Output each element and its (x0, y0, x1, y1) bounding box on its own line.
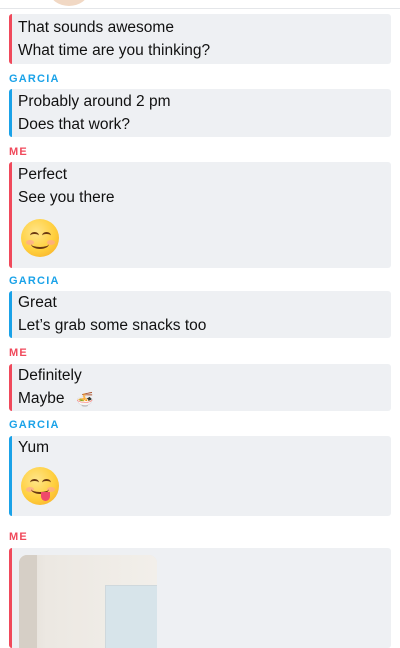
chat-header-edge (0, 0, 400, 9)
sender-label: GARCIA (9, 275, 60, 287)
message-bubble[interactable]: Great Let’s grab some snacks too (9, 291, 391, 338)
message-text: Probably around 2 pm (18, 93, 171, 110)
noodle-bowl-icon: 🍜 (76, 391, 94, 407)
avatar[interactable] (50, 0, 88, 6)
message-text: Definitely (18, 367, 82, 384)
message-bubble[interactable]: Perfect See you there (9, 162, 391, 268)
message-bubble[interactable]: That sounds awesome What time are you th… (9, 14, 391, 64)
message-text: See you there (18, 189, 115, 206)
message-text: Yum (18, 439, 50, 456)
message-bubble[interactable]: Definitely Maybe 🍜 (9, 364, 391, 411)
smiling-face-emoji (21, 219, 59, 257)
message-text: What time are you thinking? (18, 42, 211, 59)
sender-label: ME (9, 146, 28, 158)
sender-label: ME (9, 531, 28, 543)
message-text: That sounds awesome (18, 19, 174, 36)
message-text: Great (18, 294, 57, 311)
message-bubble[interactable]: Probably around 2 pm Does that work? (9, 89, 391, 137)
message-text: Perfect (18, 166, 68, 183)
photo-attachment[interactable] (19, 555, 157, 648)
face-savoring-food-emoji (21, 467, 59, 505)
sender-label: GARCIA (9, 419, 60, 431)
message-text: Maybe (18, 390, 65, 407)
message-bubble[interactable] (9, 548, 391, 648)
sender-label: GARCIA (9, 73, 60, 85)
sender-label: ME (9, 347, 28, 359)
message-text: Does that work? (18, 116, 130, 133)
message-bubble[interactable]: Yum (9, 436, 391, 516)
message-text: Let’s grab some snacks too (18, 317, 207, 334)
